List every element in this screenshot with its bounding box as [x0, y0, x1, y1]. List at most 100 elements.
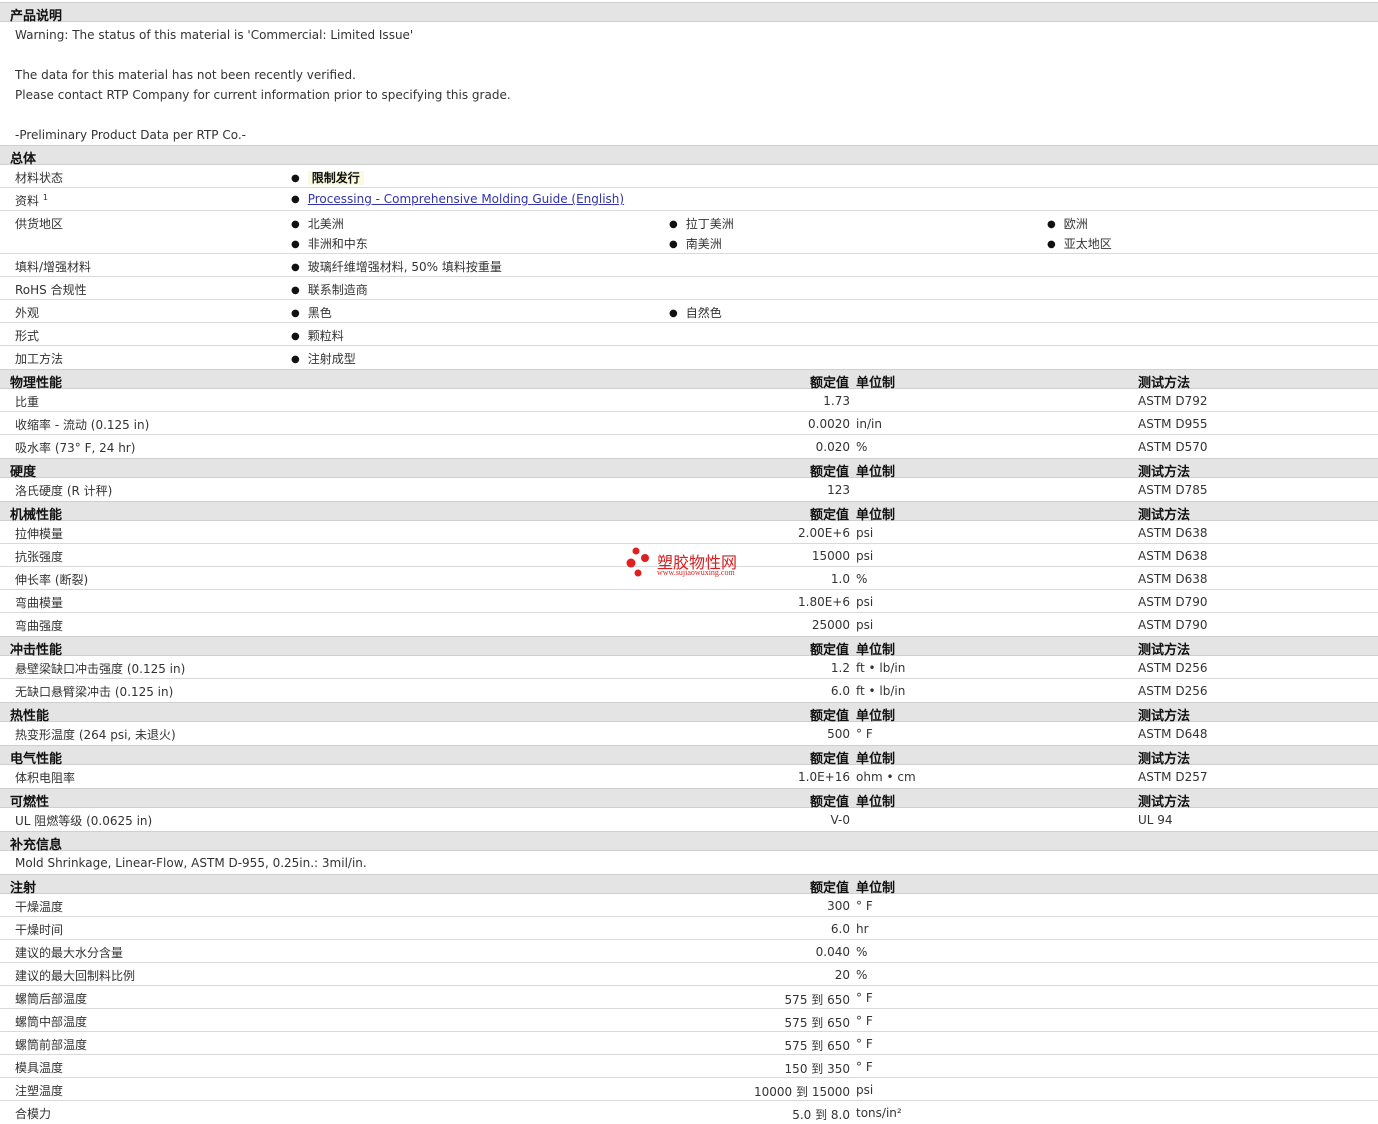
property-label: 抗张强度: [15, 550, 64, 564]
property-label: 螺筒中部温度: [15, 1015, 88, 1029]
property-label: 注塑温度: [15, 1084, 64, 1098]
property-value: 150 到 350: [784, 1062, 850, 1076]
test-method: ASTM D257: [1138, 770, 1208, 784]
property-row: 模具温度 150 到 350 ° F: [0, 1055, 1378, 1078]
watermark-url: www.sujiaowuxing.com: [657, 568, 735, 577]
property-unit: ft • lb/in: [856, 661, 906, 675]
property-value: V-0: [830, 813, 850, 827]
property-value: 123: [827, 483, 850, 497]
region-item: 非洲和中东: [291, 235, 368, 252]
property-value: 2.00E+6: [798, 526, 850, 540]
material-status-value: 限制发行: [307, 171, 364, 185]
property-unit: ft • lb/in: [856, 684, 906, 698]
property-unit: ° F: [856, 1014, 873, 1028]
section-header-mechanical: 机械性能 额定值 单位制 测试方法: [0, 501, 1378, 523]
property-row: 吸水率 (73° F, 24 hr) 0.020 % ASTM D570: [0, 435, 1378, 458]
row-appearance: 外观 黑色 自然色: [0, 300, 1378, 323]
section-header-hardness: 硬度 额定值 单位制 测试方法: [0, 458, 1378, 480]
watermark-logo: 塑胶物性网 www.sujiaowuxing.com: [625, 546, 765, 580]
property-unit: %: [856, 440, 868, 454]
test-method: ASTM D648: [1138, 727, 1208, 741]
property-label: 收缩率 - 流动 (0.125 in): [15, 418, 150, 432]
footnote-marker: 1: [42, 193, 48, 202]
test-method: ASTM D792: [1138, 394, 1208, 408]
property-row: 体积电阻率 1.0E+16 ohm • cm ASTM D257: [0, 765, 1378, 788]
property-value: 6.0: [830, 922, 850, 936]
row-label: 填料/增强材料: [15, 260, 92, 274]
method-value: 注射成型: [291, 350, 356, 367]
section-header-thermal: 热性能 额定值 单位制 测试方法: [0, 702, 1378, 724]
processing-guide-link[interactable]: Processing - Comprehensive Molding Guide…: [308, 192, 624, 206]
supplement-row: Mold Shrinkage, Linear-Flow, ASTM D-955,…: [0, 851, 1378, 874]
property-unit: psi: [856, 618, 874, 632]
test-method: ASTM D256: [1138, 661, 1208, 675]
property-label: 干燥时间: [15, 923, 64, 937]
row-processing-method: 加工方法 注射成型: [0, 346, 1378, 369]
property-row: 收缩率 - 流动 (0.125 in) 0.0020 in/in ASTM D9…: [0, 412, 1378, 435]
property-label: 螺筒前部温度: [15, 1038, 88, 1052]
section-header-impact: 冲击性能 额定值 单位制 测试方法: [0, 636, 1378, 658]
bullet-item: Processing - Comprehensive Molding Guide…: [291, 192, 624, 206]
row-label: 供货地区: [15, 217, 64, 231]
property-row: 弯曲强度 25000 psi ASTM D790: [0, 613, 1378, 636]
property-value: 1.0E+16: [798, 770, 850, 784]
property-unit: psi: [856, 526, 874, 540]
property-label: 干燥温度: [15, 900, 64, 914]
property-label: 建议的最大水分含量: [15, 946, 124, 960]
property-label: 伸长率 (断裂): [15, 573, 89, 587]
property-value: 1.0: [830, 572, 850, 586]
property-label: 洛氏硬度 (R 计秤): [15, 484, 113, 498]
property-row: 螺筒前部温度 575 到 650 ° F: [0, 1032, 1378, 1055]
property-unit: in/in: [856, 417, 882, 431]
row-form: 形式 颗粒料: [0, 323, 1378, 346]
property-label: 螺筒后部温度: [15, 992, 88, 1006]
property-label: 弯曲强度: [15, 619, 64, 633]
property-value: 0.040: [815, 945, 850, 959]
property-unit: tons/in²: [856, 1106, 902, 1120]
rohs-value: 联系制造商: [291, 281, 368, 298]
property-label: 悬壁梁缺口冲击强度 (0.125 in): [15, 662, 186, 676]
property-unit: ° F: [856, 991, 873, 1005]
appearance-item: 自然色: [669, 304, 722, 321]
property-unit: hr: [856, 922, 869, 936]
supplement-text: Mold Shrinkage, Linear-Flow, ASTM D-955,…: [15, 856, 367, 870]
bullet-item: 限制发行: [291, 169, 364, 186]
property-value: 20: [834, 968, 850, 982]
property-value: 1.80E+6: [798, 595, 850, 609]
row-label: 形式: [15, 329, 40, 343]
property-label: 比重: [15, 395, 40, 409]
property-unit: %: [856, 968, 868, 982]
property-row: 比重 1.73 ASTM D792: [0, 389, 1378, 412]
test-method: ASTM D955: [1138, 417, 1208, 431]
property-unit: psi: [856, 549, 874, 563]
property-unit: ° F: [856, 1037, 873, 1051]
property-row: UL 阻燃等级 (0.0625 in) V-0 UL 94: [0, 808, 1378, 831]
appearance-item: 黑色: [291, 304, 332, 321]
property-value: 25000: [811, 618, 850, 632]
property-row: 悬壁梁缺口冲击强度 (0.125 in) 1.2 ft • lb/in ASTM…: [0, 656, 1378, 679]
preliminary-text: -Preliminary Product Data per RTP Co.-: [15, 128, 246, 142]
property-value: 10000 到 15000: [754, 1085, 850, 1099]
property-value: 1.2: [830, 661, 850, 675]
section-header-electrical: 电气性能 额定值 单位制 测试方法: [0, 745, 1378, 767]
property-row: 拉伸模量 2.00E+6 psi ASTM D638: [0, 521, 1378, 544]
property-value: 15000: [811, 549, 850, 563]
property-row: 合模力 5.0 到 8.0 tons/in²: [0, 1101, 1378, 1124]
section-header-description: 产品说明: [0, 2, 1378, 24]
property-row: 洛氏硬度 (R 计秤) 123 ASTM D785: [0, 478, 1378, 501]
test-method: ASTM D256: [1138, 684, 1208, 698]
property-value: 0.0020: [808, 417, 850, 431]
section-header-flammability: 可燃性 额定值 单位制 测试方法: [0, 788, 1378, 810]
property-value: 300: [827, 899, 850, 913]
row-label: 外观: [15, 306, 40, 320]
test-method: ASTM D570: [1138, 440, 1208, 454]
property-value: 5.0 到 8.0: [792, 1108, 850, 1122]
property-row: 建议的最大回制料比例 20 %: [0, 963, 1378, 986]
row-supply-regions: 供货地区 北美洲 拉丁美洲 欧洲 非洲和中东 南美洲 亚太地区: [0, 211, 1378, 254]
row-filler: 填料/增强材料 玻璃纤维增强材料, 50% 填料按重量: [0, 254, 1378, 277]
form-value: 颗粒料: [291, 327, 344, 344]
property-value: 500: [827, 727, 850, 741]
property-unit: %: [856, 945, 868, 959]
description-block: Warning: The status of this material is …: [0, 22, 1378, 145]
row-label: 材料状态: [15, 171, 64, 185]
